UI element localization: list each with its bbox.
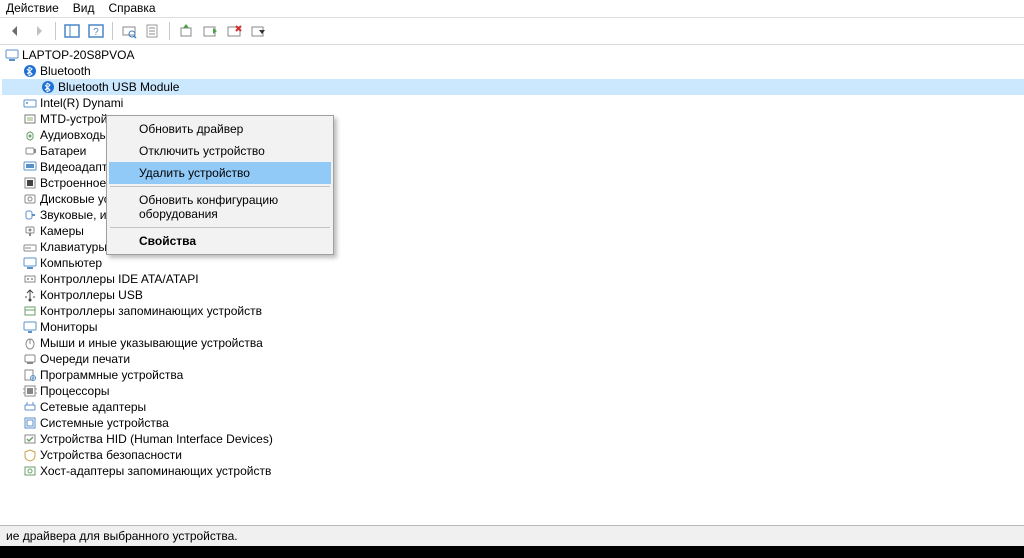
tree-category-label: Мониторы	[40, 319, 97, 335]
category-icon	[22, 431, 38, 447]
tree-device-label: Bluetooth USB Module	[58, 79, 179, 95]
device-tree[interactable]: LAPTOP-20S8PVOA Bluetooth Bluetooth USB …	[0, 45, 1024, 525]
tree-category[interactable]: Процессоры	[2, 383, 1024, 399]
tree-category-label: Очереди печати	[40, 351, 130, 367]
category-icon	[22, 255, 38, 271]
category-icon	[22, 95, 38, 111]
tree-category[interactable]: Мыши и иные указывающие устройства	[2, 335, 1024, 351]
category-icon	[22, 191, 38, 207]
enable-device-button[interactable]	[199, 20, 221, 42]
tree-category-label: Батареи	[40, 143, 86, 159]
category-icon	[22, 159, 38, 175]
ctx-disable-device[interactable]: Отключить устройство	[109, 140, 331, 162]
tree-category-label: Сетевые адаптеры	[40, 399, 146, 415]
category-icon	[22, 111, 38, 127]
category-icon	[22, 399, 38, 415]
show-hide-console-button[interactable]	[61, 20, 83, 42]
tree-category[interactable]: Системные устройства	[2, 415, 1024, 431]
ctx-divider	[110, 227, 330, 228]
tree-category-label: Хост-адаптеры запоминающих устройств	[40, 463, 271, 479]
tree-category-bluetooth[interactable]: Bluetooth	[2, 63, 1024, 79]
tree-category-label: Устройства HID (Human Interface Devices)	[40, 431, 273, 447]
tree-category[interactable]: Мониторы	[2, 319, 1024, 335]
properties-button[interactable]	[142, 20, 164, 42]
category-icon	[22, 207, 38, 223]
ctx-uninstall-device[interactable]: Удалить устройство	[109, 162, 331, 184]
category-icon	[22, 127, 38, 143]
nav-forward-button[interactable]	[28, 20, 50, 42]
tree-category-label: Контроллеры запоминающих устройств	[40, 303, 262, 319]
tree-category-label: Intel(R) Dynami	[40, 95, 123, 111]
tree-category-label: Мыши и иные указывающие устройства	[40, 335, 263, 351]
uninstall-device-button[interactable]	[247, 20, 269, 42]
bluetooth-icon	[40, 79, 56, 95]
tree-category[interactable]: Очереди печати	[2, 351, 1024, 367]
tree-category[interactable]: Контроллеры IDE ATA/ATAPI	[2, 271, 1024, 287]
category-icon	[22, 463, 38, 479]
category-icon	[22, 383, 38, 399]
menu-action[interactable]: Действие	[6, 1, 59, 15]
scan-hardware-button[interactable]	[118, 20, 140, 42]
help-button[interactable]: ?	[85, 20, 107, 42]
tree-category-label: Bluetooth	[40, 63, 91, 79]
tree-category-label: Клавиатуры	[40, 239, 107, 255]
tree-device-bluetooth-usb-module[interactable]: Bluetooth USB Module	[2, 79, 1024, 95]
tree-root[interactable]: LAPTOP-20S8PVOA	[2, 47, 1024, 63]
toolbar-separator	[169, 22, 170, 40]
bluetooth-icon	[22, 63, 38, 79]
category-icon	[22, 447, 38, 463]
computer-icon	[4, 47, 20, 63]
toolbar-separator	[112, 22, 113, 40]
tree-root-label: LAPTOP-20S8PVOA	[22, 47, 135, 63]
toolbar: ?	[0, 18, 1024, 45]
bottom-strip	[0, 546, 1024, 558]
menu-help[interactable]: Справка	[108, 1, 155, 15]
context-menu: Обновить драйвер Отключить устройство Уд…	[106, 115, 334, 255]
category-icon	[22, 175, 38, 191]
ctx-divider	[110, 186, 330, 187]
update-driver-button[interactable]	[175, 20, 197, 42]
ctx-update-driver[interactable]: Обновить драйвер	[109, 118, 331, 140]
tree-category-label: Камеры	[40, 223, 84, 239]
tree-category[interactable]: Компьютер	[2, 255, 1024, 271]
tree-category[interactable]: Сетевые адаптеры	[2, 399, 1024, 415]
status-text: ие драйвера для выбранного устройства.	[6, 529, 238, 543]
category-icon	[22, 319, 38, 335]
category-icon	[22, 239, 38, 255]
tree-category-label: Контроллеры USB	[40, 287, 143, 303]
tree-category-label: Устройства безопасности	[40, 447, 182, 463]
tree-category-label: Системные устройства	[40, 415, 169, 431]
tree-category-label: Компьютер	[40, 255, 102, 271]
tree-category-label: Программные устройства	[40, 367, 183, 383]
svg-text:?: ?	[93, 27, 99, 38]
category-icon	[22, 351, 38, 367]
tree-category[interactable]: Intel(R) Dynami	[2, 95, 1024, 111]
ctx-scan-hardware[interactable]: Обновить конфигурацию оборудования	[109, 189, 331, 225]
category-icon	[22, 335, 38, 351]
nav-back-button[interactable]	[4, 20, 26, 42]
tree-category[interactable]: Контроллеры запоминающих устройств	[2, 303, 1024, 319]
tree-category[interactable]: Устройства безопасности	[2, 447, 1024, 463]
category-icon	[22, 223, 38, 239]
disable-device-button[interactable]	[223, 20, 245, 42]
ctx-properties[interactable]: Свойства	[109, 230, 331, 252]
menu-view[interactable]: Вид	[73, 1, 95, 15]
category-icon	[22, 287, 38, 303]
category-icon	[22, 271, 38, 287]
tree-category[interactable]: Контроллеры USB	[2, 287, 1024, 303]
menubar: Действие Вид Справка	[0, 0, 1024, 18]
status-bar: ие драйвера для выбранного устройства.	[0, 525, 1024, 546]
tree-category[interactable]: Хост-адаптеры запоминающих устройств	[2, 463, 1024, 479]
toolbar-separator	[55, 22, 56, 40]
tree-category[interactable]: Программные устройства	[2, 367, 1024, 383]
tree-category[interactable]: Устройства HID (Human Interface Devices)	[2, 431, 1024, 447]
category-icon	[22, 415, 38, 431]
category-icon	[22, 303, 38, 319]
tree-category-label: Контроллеры IDE ATA/ATAPI	[40, 271, 199, 287]
category-icon	[22, 143, 38, 159]
category-icon	[22, 367, 38, 383]
tree-category-label: Процессоры	[40, 383, 110, 399]
